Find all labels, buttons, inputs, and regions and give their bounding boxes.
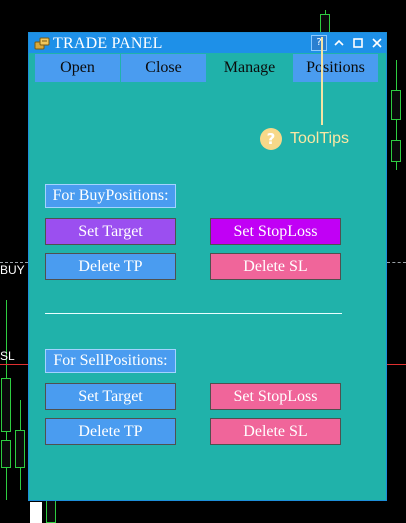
sell-positions-heading: For SellPositions: <box>45 349 176 373</box>
window-title: TRADE PANEL <box>53 35 163 52</box>
buy-set-target-button[interactable]: Set Target <box>45 218 176 245</box>
sell-delete-sl-button[interactable]: Delete SL <box>210 418 341 445</box>
chevron-up-icon <box>334 39 344 46</box>
buy-positions-heading: For BuyPositions: <box>45 184 176 208</box>
tooltip-pointer <box>321 37 323 125</box>
title-bar[interactable]: TRADE PANEL ? <box>29 33 386 53</box>
minimize-button[interactable] <box>331 35 347 51</box>
sl-line-label: SL <box>0 349 15 363</box>
buy-set-stoploss-button[interactable]: Set StopLoss <box>210 218 341 245</box>
stoploss-line <box>0 364 28 365</box>
sell-set-target-button[interactable]: Set Target <box>45 383 176 410</box>
price-line <box>387 262 406 264</box>
section-divider <box>45 313 342 314</box>
help-button[interactable]: ? <box>311 35 327 51</box>
close-button[interactable] <box>369 35 385 51</box>
tab-positions[interactable]: Positions <box>293 54 378 82</box>
close-icon <box>372 38 382 48</box>
tab-manage[interactable]: Manage <box>207 54 292 82</box>
question-icon[interactable]: ? <box>260 128 282 150</box>
tab-open[interactable]: Open <box>35 54 120 82</box>
square-icon <box>353 38 363 48</box>
sell-set-stoploss-button[interactable]: Set StopLoss <box>210 383 341 410</box>
maximize-button[interactable] <box>350 35 366 51</box>
tooltip-label[interactable]: ToolTips <box>290 129 349 149</box>
candle <box>391 140 401 162</box>
stoploss-line <box>387 364 406 365</box>
candle <box>391 90 401 120</box>
candle <box>15 430 25 468</box>
trade-panel: TRADE PANEL ? Open Close Manage Position… <box>28 32 387 501</box>
candle <box>30 502 42 523</box>
candle <box>1 440 11 468</box>
buy-delete-sl-button[interactable]: Delete SL <box>210 253 341 280</box>
sell-delete-tp-button[interactable]: Delete TP <box>45 418 176 445</box>
tab-close[interactable]: Close <box>121 54 206 82</box>
candle <box>46 500 56 523</box>
candle <box>1 378 11 432</box>
coins-icon <box>34 37 50 50</box>
buy-delete-tp-button[interactable]: Delete TP <box>45 253 176 280</box>
